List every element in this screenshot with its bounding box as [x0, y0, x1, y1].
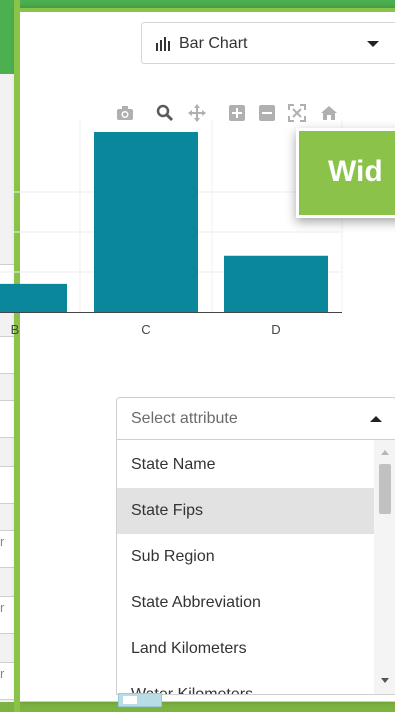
- left-fragment-text: r: [0, 600, 5, 615]
- chevron-up-icon: [370, 416, 382, 422]
- attribute-dropdown-menu: State Name State Fips Sub Region State A…: [116, 440, 395, 695]
- x-tick-label: C: [141, 322, 150, 337]
- panel-accent-border: [19, 8, 395, 12]
- scroll-down-icon[interactable]: [381, 678, 389, 683]
- widget-callout: Wid: [296, 128, 395, 218]
- bar-C[interactable]: [94, 132, 198, 312]
- attribute-select-placeholder: Select attribute: [131, 410, 238, 427]
- x-tick-label: B: [11, 322, 20, 337]
- attribute-option[interactable]: State Fips: [117, 488, 375, 534]
- chevron-down-icon: [367, 41, 379, 47]
- attribute-option[interactable]: Sub Region: [117, 534, 375, 580]
- left-fragment-text: r: [0, 534, 5, 549]
- widget-callout-label: Wid: [328, 155, 383, 188]
- attribute-option[interactable]: Water Kilometers: [117, 672, 375, 694]
- bottom-toggle[interactable]: [118, 693, 162, 707]
- x-tick-label: D: [271, 322, 280, 337]
- app-footer-background: [0, 702, 395, 712]
- scroll-up-icon[interactable]: [381, 450, 389, 455]
- panel-left-accent-bar: [14, 0, 20, 712]
- screen: r r r Bar Chart B C D Wid Select attribu…: [0, 0, 395, 712]
- left-field-strip: [0, 400, 15, 438]
- attribute-option[interactable]: State Abbreviation: [117, 580, 375, 626]
- chart-type-select[interactable]: Bar Chart: [141, 22, 395, 64]
- dropdown-scrollbar[interactable]: [374, 440, 395, 694]
- bar-chart-icon: [156, 37, 170, 51]
- chart-type-value: Bar Chart: [179, 35, 248, 52]
- bar-B[interactable]: [0, 283, 67, 312]
- attribute-option[interactable]: Land Kilometers: [117, 626, 375, 672]
- scrollbar-thumb[interactable]: [379, 464, 391, 514]
- left-field-strip: [0, 466, 15, 504]
- attribute-option[interactable]: State Name: [117, 442, 375, 488]
- attribute-select[interactable]: Select attribute: [116, 397, 395, 440]
- bar-D[interactable]: [224, 255, 328, 312]
- left-fragment-text: r: [0, 666, 5, 681]
